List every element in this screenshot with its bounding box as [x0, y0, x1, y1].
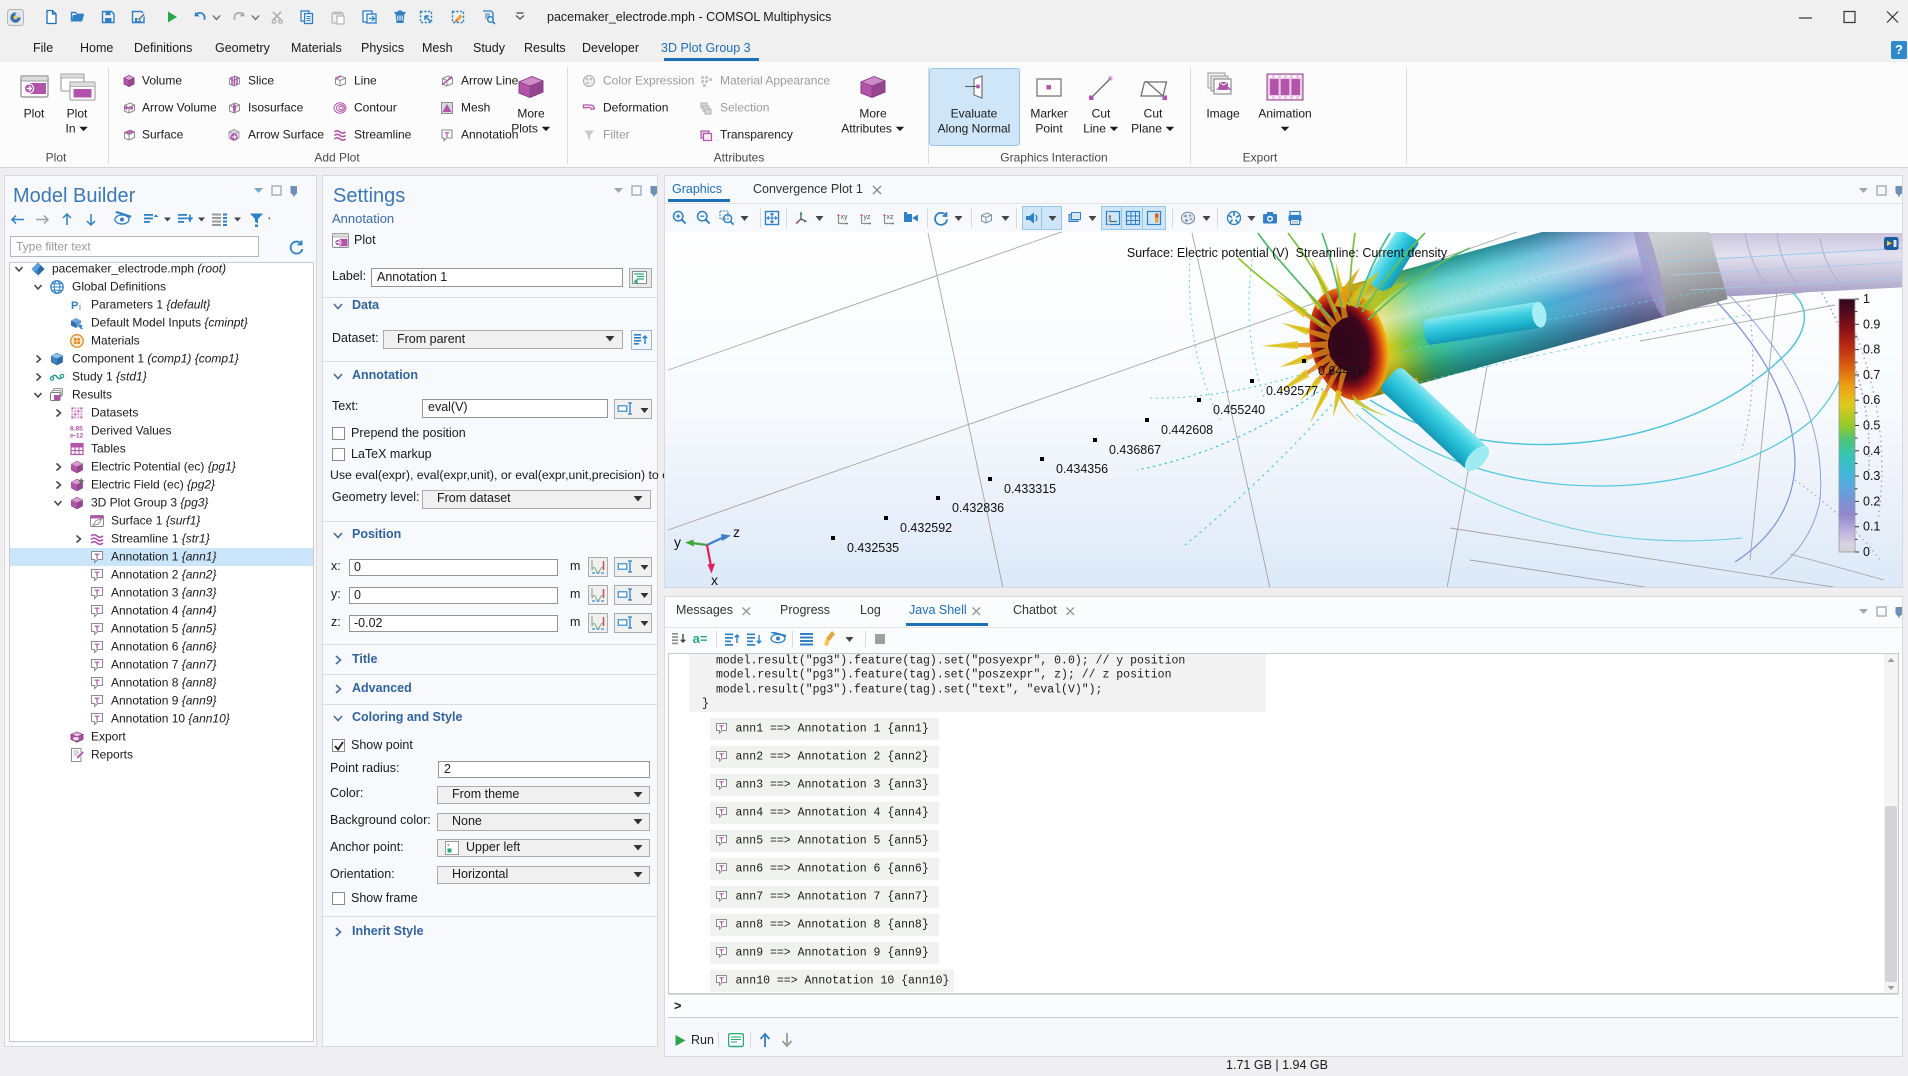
svg-text:0.1: 0.1 [1863, 520, 1880, 534]
svg-text:0.8: 0.8 [1863, 343, 1880, 357]
svg-text:e-12: e-12 [70, 433, 84, 440]
svg-text:0.4: 0.4 [1863, 444, 1880, 458]
svg-text:Surface: Electric potential (V: Surface: Electric potential (V) Streamli… [1127, 246, 1448, 260]
svg-text:0: 0 [1863, 545, 1870, 559]
svg-text:1: 1 [1863, 292, 1870, 306]
svg-text:y: y [674, 534, 681, 550]
svg-text:0.644517: 0.644517 [1318, 364, 1370, 378]
svg-text:0.9: 0.9 [1863, 317, 1880, 331]
svg-text:x: x [711, 572, 718, 587]
svg-text:z: z [733, 524, 740, 540]
svg-text:0.455240: 0.455240 [1213, 403, 1265, 417]
svg-text:yz: yz [864, 214, 872, 221]
svg-text:0.432836: 0.432836 [952, 501, 1004, 515]
svg-text:0.432592: 0.432592 [900, 521, 952, 535]
svg-text:0.7: 0.7 [1863, 368, 1880, 382]
svg-text:0.3: 0.3 [1863, 469, 1880, 483]
svg-text:0.6: 0.6 [1863, 393, 1880, 407]
svg-text:0.442608: 0.442608 [1161, 423, 1213, 437]
svg-text:0.5: 0.5 [1863, 419, 1880, 433]
svg-text:0.432535: 0.432535 [847, 541, 899, 555]
svg-text:8.85: 8.85 [70, 426, 83, 433]
svg-text:0.434356: 0.434356 [1056, 462, 1108, 476]
svg-text:xz: xz [887, 214, 895, 221]
svg-text:0.492577: 0.492577 [1266, 384, 1318, 398]
svg-text:i: i [79, 302, 81, 312]
svg-text:P: P [71, 300, 78, 312]
svg-text:xy: xy [841, 214, 849, 221]
svg-text:0.2: 0.2 [1863, 494, 1880, 508]
svg-text:0.436867: 0.436867 [1109, 443, 1161, 457]
svg-text:0.433315: 0.433315 [1004, 482, 1056, 496]
